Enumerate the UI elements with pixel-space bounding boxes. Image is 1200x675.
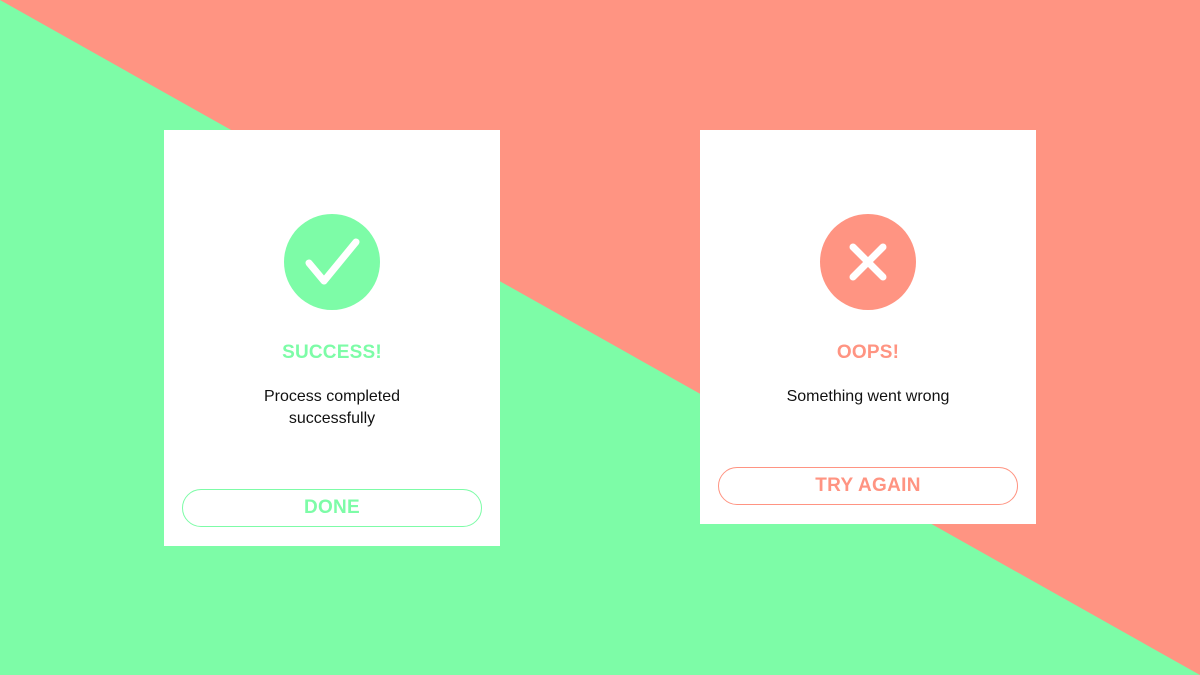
success-message: Process completed successfully <box>263 388 401 427</box>
success-title: SUCCESS! <box>282 342 382 363</box>
try-again-button[interactable]: TRY AGAIN <box>718 467 1018 505</box>
success-card: SUCCESS! Process completed successfully … <box>164 130 500 546</box>
success-status-circle <box>284 214 380 310</box>
error-title: OOPS! <box>836 342 900 363</box>
error-message: Something went wrong <box>786 388 950 405</box>
error-status-circle <box>820 214 916 310</box>
error-card: OOPS! Something went wrong TRY AGAIN <box>700 130 1036 524</box>
checkmark-icon <box>305 238 360 285</box>
close-icon <box>849 243 887 281</box>
done-button[interactable]: DONE <box>182 489 482 527</box>
